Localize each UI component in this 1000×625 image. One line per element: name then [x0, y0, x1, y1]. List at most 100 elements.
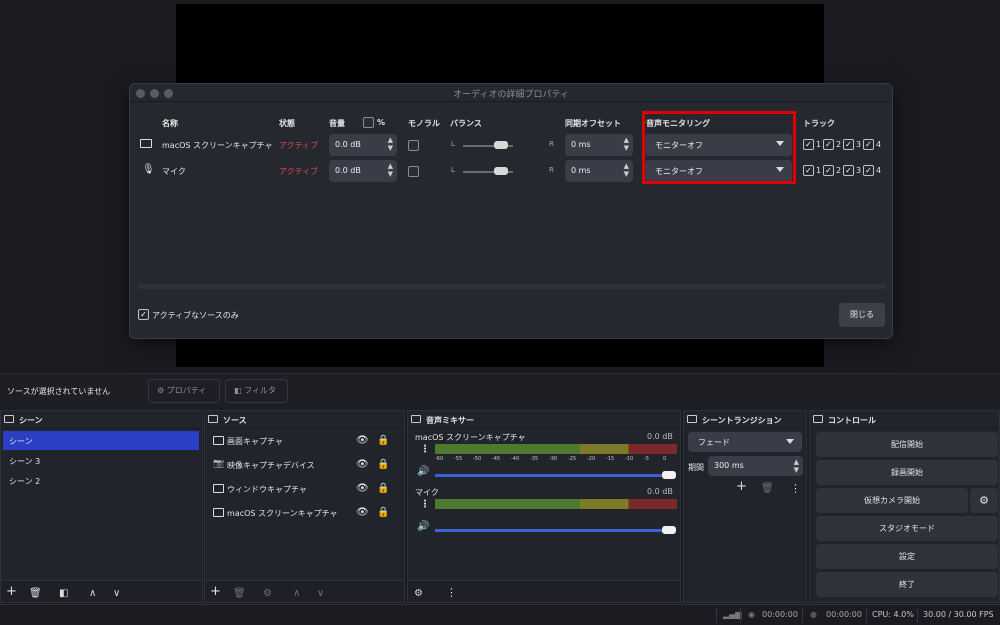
gear-icon[interactable]: ⚙ [263, 586, 272, 602]
volume-spinbox[interactable]: 0.0 dB ▲ ▼ [329, 134, 397, 156]
track-1-checkbox[interactable]: ✓ [803, 165, 814, 176]
trash-icon[interactable]: 🗑 [233, 586, 246, 602]
header-name: 名称 [162, 119, 178, 128]
lock-icon[interactable]: 🔒 [377, 435, 389, 446]
more-options-icon[interactable]: ⋮ [420, 444, 430, 455]
up-arrow-icon[interactable]: ∧ [293, 586, 300, 602]
close-button[interactable]: 閉じる [839, 303, 885, 327]
volume-slider[interactable] [435, 529, 668, 532]
transition-select[interactable]: フェード [688, 432, 802, 452]
spin-arrows-icon[interactable]: ▲ ▼ [388, 136, 393, 152]
more-options-icon[interactable]: ⋮ [790, 481, 801, 497]
lock-icon[interactable]: 🔒 [377, 483, 389, 494]
track-number: 3 [856, 166, 862, 175]
source-item[interactable]: macOS スクリーンキャプチャ [211, 504, 375, 524]
up-arrow-icon[interactable]: ∧ [89, 586, 96, 602]
offset-spinbox[interactable]: 0 ms ▲ ▼ [565, 160, 633, 182]
eye-icon[interactable]: 👁 [356, 483, 369, 494]
filter-icon[interactable]: ◧ [59, 586, 68, 602]
virtual-camera-settings-button[interactable]: ⚙ [970, 488, 998, 513]
fps-readout: 30.00 / 30.00 FPS [923, 610, 994, 619]
offset-spinbox[interactable]: 0 ms ▲ ▼ [565, 134, 633, 156]
meter-tick: -50 [473, 456, 482, 462]
row-status: アクティブ [279, 141, 319, 150]
lock-icon[interactable]: 🔒 [377, 507, 389, 518]
eye-icon[interactable]: 👁 [356, 507, 369, 518]
gear-icon[interactable]: ⚙ [414, 586, 423, 602]
percent-checkbox[interactable] [363, 117, 374, 128]
track-3-checkbox[interactable]: ✓ [843, 165, 854, 176]
speaker-icon[interactable]: 🔊 [417, 521, 429, 532]
display-capture-icon [213, 436, 224, 445]
eye-icon[interactable]: 👁 [356, 435, 369, 446]
track-number: 1 [816, 166, 822, 175]
trash-icon[interactable]: 🗑 [29, 586, 42, 602]
track-2-checkbox[interactable]: ✓ [823, 165, 834, 176]
start-recording-button[interactable]: 録画開始 [816, 460, 998, 485]
source-toolbar: ソースが選択されていません ⚙ プロパティ ◧ フィルタ [0, 373, 1000, 409]
microphone-icon: 🎙 [142, 164, 155, 175]
source-label: 画面キャプチャ [227, 437, 283, 446]
volume-spinbox[interactable]: 0.0 dB ▲ ▼ [329, 160, 397, 182]
mixer-channel-db: 0.0 dB [647, 432, 673, 441]
source-item[interactable]: ウィンドウキャプチャ [211, 480, 375, 500]
filters-button[interactable]: ◧ フィルタ [225, 379, 288, 403]
track-1-checkbox[interactable]: ✓ [803, 139, 814, 150]
start-streaming-button[interactable]: 配信開始 [816, 432, 998, 457]
exit-button[interactable]: 終了 [816, 572, 998, 597]
more-options-icon[interactable]: ⋮ [420, 499, 430, 510]
sources-footer: + 🗑 ⚙ ∧ ∨ [205, 580, 404, 602]
balance-slider-knob[interactable] [494, 167, 508, 175]
header-volume: 音量 [329, 119, 345, 128]
horizontal-scrollbar[interactable] [138, 284, 886, 289]
add-icon[interactable]: + [736, 479, 747, 495]
source-label: ウィンドウキャプチャ [227, 485, 307, 494]
scene-item[interactable]: シーン 2 [3, 471, 199, 490]
controls-title: コントロール [828, 416, 876, 425]
more-options-icon[interactable]: ⋮ [446, 585, 457, 601]
spin-arrows-icon[interactable]: ▲ ▼ [388, 162, 393, 178]
track-3-checkbox[interactable]: ✓ [843, 139, 854, 150]
add-icon[interactable]: + [210, 584, 221, 600]
mixer-title: 音声ミキサー [426, 416, 474, 425]
no-source-label: ソースが選択されていません [7, 387, 111, 396]
down-arrow-icon[interactable]: ∨ [317, 586, 324, 602]
track-4-checkbox[interactable]: ✓ [863, 165, 874, 176]
header-percent: % [377, 118, 386, 127]
source-item[interactable]: 画面キャプチャ [211, 432, 375, 452]
transitions-icon [687, 415, 697, 423]
add-icon[interactable]: + [6, 584, 17, 600]
down-arrow-icon[interactable]: ∨ [113, 586, 120, 602]
track-4-checkbox[interactable]: ✓ [863, 139, 874, 150]
properties-button[interactable]: ⚙ プロパティ [148, 379, 220, 403]
balance-slider-knob[interactable] [494, 141, 508, 149]
track-2-checkbox[interactable]: ✓ [823, 139, 834, 150]
spin-arrows-icon[interactable]: ▲ ▼ [624, 162, 629, 178]
meter-tick: -40 [511, 456, 520, 462]
settings-button[interactable]: 設定 [816, 544, 998, 569]
source-item[interactable]: 📷 映像キャプチャデバイス [211, 456, 375, 476]
balance-right-label: R [549, 166, 554, 174]
properties-label: プロパティ [166, 386, 207, 395]
scene-item[interactable]: シーン 3 [3, 451, 199, 470]
spin-arrows-icon[interactable]: ▲ ▼ [794, 458, 799, 474]
studio-mode-button[interactable]: スタジオモード [816, 516, 998, 541]
spin-arrows-icon[interactable]: ▲ ▼ [624, 136, 629, 152]
mono-checkbox[interactable] [408, 166, 419, 177]
volume-slider[interactable] [435, 474, 668, 477]
speaker-icon[interactable]: 🔊 [417, 466, 429, 477]
trash-icon[interactable]: 🗑 [761, 481, 774, 497]
source-label: 映像キャプチャデバイス [227, 461, 315, 470]
eye-icon[interactable]: 👁 [356, 459, 369, 470]
lock-icon[interactable]: 🔒 [377, 459, 389, 470]
duration-spinbox[interactable]: 300 ms ▲ ▼ [708, 456, 803, 476]
balance-right-label: R [549, 140, 554, 148]
volume-slider-knob[interactable] [662, 471, 676, 479]
mono-checkbox[interactable] [408, 140, 419, 151]
volume-slider-knob[interactable] [662, 526, 676, 534]
start-virtual-camera-button[interactable]: 仮想カメラ開始 [816, 488, 968, 513]
divider [716, 608, 717, 623]
scene-item[interactable]: シーン [3, 431, 199, 450]
camera-icon: 📷 [213, 459, 225, 469]
active-only-checkbox[interactable]: ✓ [138, 309, 149, 320]
